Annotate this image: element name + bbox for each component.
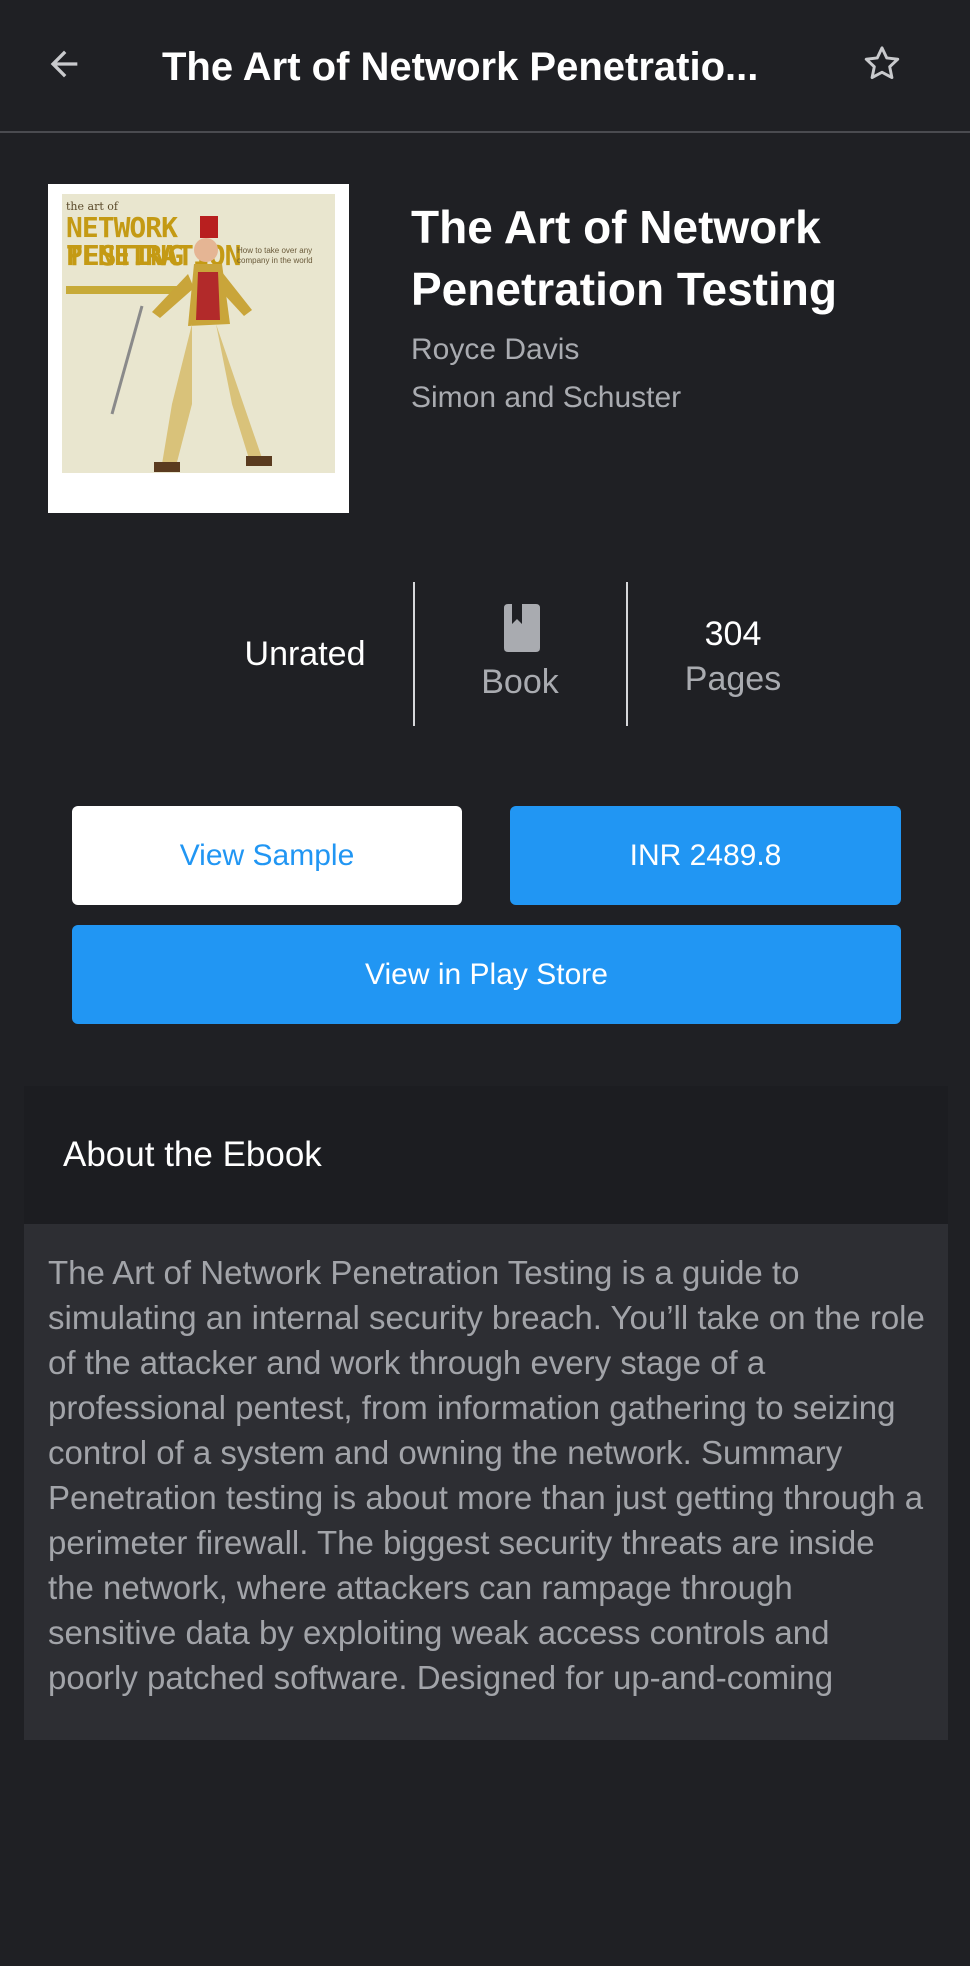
page-title: The Art of Network Penetratio... (162, 45, 759, 89)
about-title: About the Ebook (63, 1135, 322, 1174)
book-icon (504, 604, 540, 652)
about-header[interactable]: About the Ebook (24, 1086, 948, 1224)
book-type-label: Book (481, 663, 559, 701)
page-count-label: Pages (684, 660, 782, 698)
view-sample-button[interactable]: View Sample (72, 806, 462, 905)
book-stats: Unrated Book 304 Pages (0, 582, 970, 726)
star-outline-icon (864, 46, 900, 80)
book-cover[interactable]: the art of NETWORK PENETRATION TESTING H… (48, 184, 349, 513)
book-type: Book (415, 604, 625, 706)
rating-value: Unrated (244, 635, 366, 673)
about-description: The Art of Network Penetration Testing i… (48, 1254, 925, 1696)
buy-price-button[interactable]: INR 2489.8 (510, 806, 901, 905)
about-body: The Art of Network Penetration Testing i… (24, 1224, 948, 1740)
cover-art: the art of NETWORK PENETRATION TESTING H… (62, 194, 335, 503)
view-in-play-store-button[interactable]: View in Play Store (72, 925, 901, 1024)
page-count-value: 304 (704, 615, 762, 653)
page-count: 304 Pages (628, 612, 838, 702)
back-button[interactable] (36, 36, 92, 92)
app-bar: The Art of Network Penetratio... (0, 0, 970, 133)
cover-illustration (110, 216, 272, 472)
favorite-button[interactable] (856, 38, 908, 90)
book-title: The Art of Network Penetration Testing (411, 201, 837, 315)
book-publisher: Simon and Schuster (411, 381, 682, 414)
book-author: Royce Davis (411, 333, 580, 366)
cover-footer (62, 473, 335, 503)
arrow-left-icon (50, 50, 78, 78)
